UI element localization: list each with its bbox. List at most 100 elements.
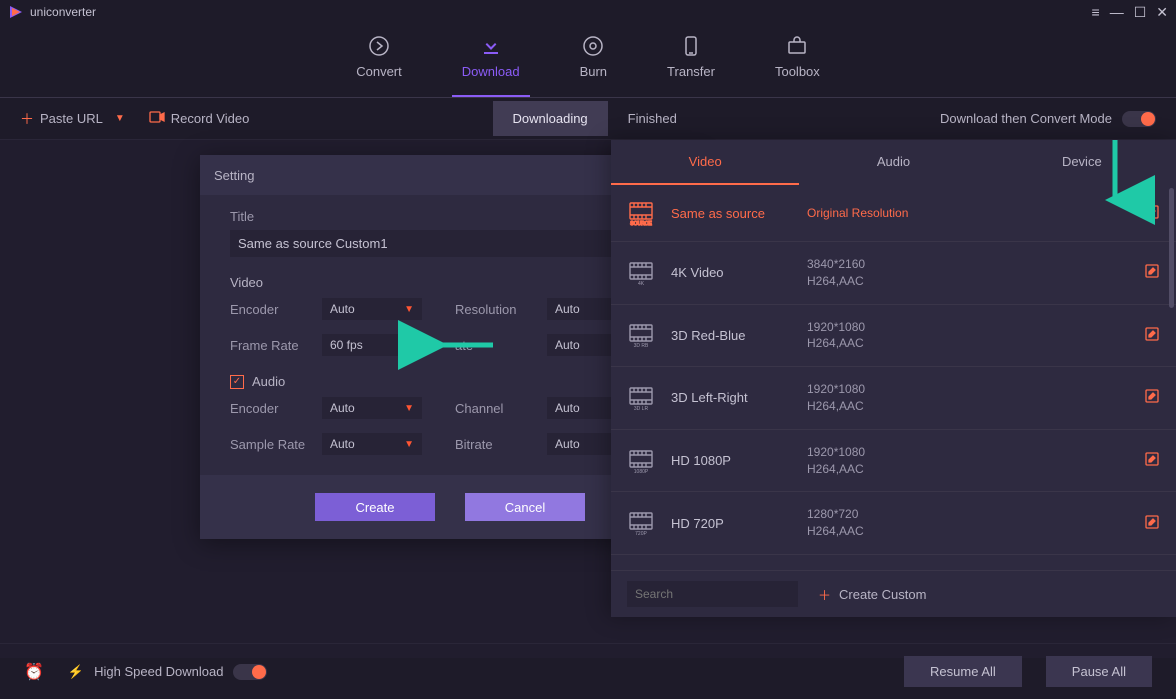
record-video-button[interactable]: Record Video	[149, 111, 250, 126]
nav-convert-label: Convert	[356, 64, 402, 79]
transfer-icon	[679, 34, 703, 58]
format-meta: Original Resolution	[807, 205, 1128, 222]
format-edit-icon[interactable]	[1144, 326, 1160, 345]
plus-icon: ＋	[818, 585, 831, 604]
format-tab-audio[interactable]: Audio	[799, 140, 987, 185]
format-tab-video[interactable]: Video	[611, 140, 799, 185]
video-bitrate-label: ate	[455, 338, 535, 353]
format-meta: 3840*2160H264,AAC	[807, 256, 1128, 290]
format-edit-icon[interactable]	[1144, 451, 1160, 470]
format-panel: Video Audio Device SOURCE Same as source…	[611, 140, 1176, 617]
format-icon: 3D LR	[627, 384, 655, 412]
samplerate-select[interactable]: Auto▼	[322, 433, 422, 455]
nav-download[interactable]: Download	[462, 34, 520, 79]
paste-url-label: Paste URL	[40, 111, 103, 126]
format-meta: 1920*1080H264,AAC	[807, 319, 1128, 353]
format-edit-icon[interactable]	[1144, 388, 1160, 407]
audio-section-header: ✓ Audio	[230, 374, 670, 389]
format-edit-icon[interactable]	[1144, 263, 1160, 282]
svg-text:SOURCE: SOURCE	[630, 221, 652, 227]
format-edit-icon[interactable]	[1144, 204, 1160, 223]
format-name: Same as source	[671, 206, 791, 221]
bolt-icon: ⚡	[68, 664, 84, 680]
close-window-icon[interactable]: ✕	[1156, 4, 1168, 21]
encoder-label: Encoder	[230, 302, 310, 317]
app-logo-icon	[8, 4, 24, 20]
video-encoder-select[interactable]: Auto▼	[322, 298, 422, 320]
main-nav: Convert Download Burn Transfer Toolbox	[0, 24, 1176, 98]
record-icon	[149, 111, 165, 126]
channel-label: Channel	[455, 401, 535, 416]
format-search-input[interactable]	[627, 581, 798, 607]
menu-icon[interactable]: ≡	[1092, 4, 1100, 20]
format-name: HD 1080P	[671, 453, 791, 468]
app-brand: uniconverter	[8, 4, 96, 20]
format-icon: 720P	[627, 509, 655, 537]
format-row[interactable]: SOURCE Same as source Original Resolutio…	[611, 185, 1176, 242]
chevron-down-icon: ▼	[115, 113, 125, 124]
format-name: 3D Red-Blue	[671, 328, 791, 343]
format-row[interactable]: 4K 4K Video 3840*2160H264,AAC	[611, 242, 1176, 305]
svg-text:4K: 4K	[638, 281, 645, 287]
title-input[interactable]	[230, 230, 670, 257]
nav-burn-label: Burn	[580, 64, 607, 79]
toolbox-icon	[785, 34, 809, 58]
format-scrollbar[interactable]	[1169, 188, 1174, 308]
format-name: 3D Left-Right	[671, 390, 791, 405]
pause-all-button[interactable]: Pause All	[1046, 656, 1152, 687]
nav-toolbox-label: Toolbox	[775, 64, 820, 79]
format-name: HD 720P	[671, 516, 791, 531]
convert-mode-toggle[interactable]	[1122, 111, 1156, 127]
minimize-icon[interactable]: —	[1110, 4, 1124, 20]
maximize-icon[interactable]: ☐	[1134, 4, 1147, 21]
nav-toolbox[interactable]: Toolbox	[775, 34, 820, 79]
high-speed-toggle[interactable]	[233, 664, 267, 680]
cancel-button[interactable]: Cancel	[465, 493, 585, 521]
download-tabs: Downloading Finished	[493, 101, 697, 136]
format-row[interactable]: 1080P HD 1080P 1920*1080H264,AAC	[611, 430, 1176, 493]
format-tab-device[interactable]: Device	[988, 140, 1176, 185]
clock-icon[interactable]: ⏰	[24, 662, 44, 682]
window-controls: ≡ — ☐ ✕	[1092, 4, 1168, 21]
toolbar: ＋ Paste URL ▼ Record Video Downloading F…	[0, 98, 1176, 140]
svg-text:3D RB: 3D RB	[634, 343, 649, 349]
title-field-label: Title	[230, 209, 670, 224]
audio-checkbox[interactable]: ✓	[230, 375, 244, 389]
high-speed-label: High Speed Download	[94, 664, 223, 679]
framerate-select[interactable]: 60 fps▼	[322, 334, 422, 356]
svg-text:1080P: 1080P	[634, 469, 649, 475]
resume-all-button[interactable]: Resume All	[904, 656, 1022, 687]
nav-convert[interactable]: Convert	[356, 34, 402, 79]
nav-download-label: Download	[462, 64, 520, 79]
audio-encoder-label: Encoder	[230, 401, 310, 416]
nav-transfer[interactable]: Transfer	[667, 34, 715, 79]
video-section-header: Video	[230, 275, 670, 290]
plus-icon: ＋	[20, 109, 34, 129]
tab-downloading[interactable]: Downloading	[493, 101, 608, 136]
create-custom-button[interactable]: ＋ Create Custom	[818, 585, 926, 604]
format-row[interactable]: 3D RB 3D Red-Blue 1920*1080H264,AAC	[611, 305, 1176, 368]
tab-finished[interactable]: Finished	[608, 101, 697, 136]
svg-text:720P: 720P	[635, 531, 647, 537]
format-row[interactable]: 720P HD 720P 1280*720H264,AAC	[611, 492, 1176, 555]
convert-mode-label: Download then Convert Mode	[940, 111, 1112, 126]
paste-url-button[interactable]: ＋ Paste URL ▼	[20, 109, 125, 129]
resolution-label: Resolution	[455, 302, 535, 317]
bottom-bar: ⏰ ⚡ High Speed Download Resume All Pause…	[0, 643, 1176, 699]
create-button[interactable]: Create	[315, 493, 435, 521]
samplerate-label: Sample Rate	[230, 437, 310, 452]
content-area: C MP4 C MKV Setting ✕ Title Video Encode…	[0, 140, 1176, 658]
format-edit-icon[interactable]	[1144, 514, 1160, 533]
modal-title: Setting	[214, 168, 254, 183]
framerate-label: Frame Rate	[230, 338, 310, 353]
audio-encoder-select[interactable]: Auto▼	[322, 397, 422, 419]
format-row[interactable]: 3D LR 3D Left-Right 1920*1080H264,AAC	[611, 367, 1176, 430]
record-video-label: Record Video	[171, 111, 250, 126]
nav-burn[interactable]: Burn	[580, 34, 607, 79]
convert-icon	[367, 34, 391, 58]
format-icon: SOURCE	[627, 199, 655, 227]
format-meta: 1920*1080H264,AAC	[807, 444, 1128, 478]
format-icon: 3D RB	[627, 321, 655, 349]
app-name: uniconverter	[30, 5, 96, 19]
format-icon: 1080P	[627, 447, 655, 475]
